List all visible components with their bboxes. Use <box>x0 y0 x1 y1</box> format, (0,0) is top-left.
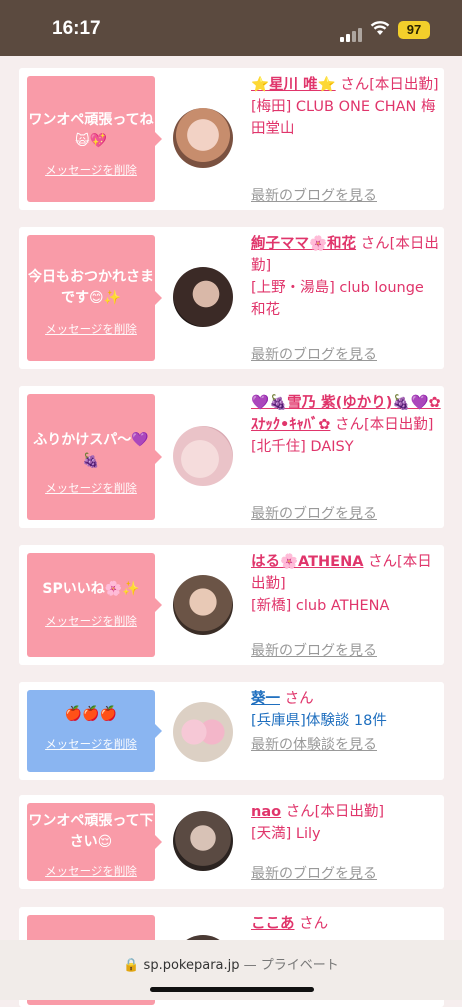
avatar[interactable] <box>173 426 233 486</box>
status-time: 16:17 <box>52 18 101 39</box>
delete-message-link[interactable]: メッセージを削除 <box>27 162 155 178</box>
message-bubble: ワンオペ頑張ってね🙀💖 メッセージを削除 <box>27 76 162 202</box>
avatar[interactable] <box>173 811 233 871</box>
latest-blog-link[interactable]: 最新のブログを見る <box>251 344 377 366</box>
wifi-icon <box>370 20 390 40</box>
delete-message-link[interactable]: メッセージを削除 <box>27 736 155 752</box>
message-text: SPいいね🌸✨ <box>42 581 140 597</box>
message-text: ワンオペ頑張って下さい😌 <box>28 813 154 850</box>
message-text: 🍎🍎🍎 <box>64 706 118 722</box>
message-card: ワンオペ頑張ってね🙀💖 メッセージを削除 ⭐星川 唯⭐ さん[本日出勤] [梅田… <box>19 68 444 210</box>
delete-message-link[interactable]: メッセージを削除 <box>27 863 155 879</box>
latest-blog-link[interactable]: 最新のブログを見る <box>251 863 377 885</box>
signal-icon <box>340 23 364 42</box>
cast-name[interactable]: 絢子ママ🌸和花 <box>251 236 356 252</box>
message-bubble: ワンオペ頑張って下さい😌 メッセージを削除 <box>27 803 162 881</box>
home-indicator[interactable] <box>150 987 314 992</box>
latest-blog-link[interactable]: 最新のブログを見る <box>251 640 377 662</box>
avatar[interactable] <box>173 575 233 635</box>
avatar[interactable] <box>173 267 233 327</box>
message-card: 🍎🍎🍎 メッセージを削除 葵一 さん [兵庫県]体験談 18件 最新の体験談を見… <box>19 682 444 780</box>
avatar[interactable] <box>173 702 233 762</box>
lock-icon: 🔒 <box>123 958 140 973</box>
delete-message-link[interactable]: メッセージを削除 <box>27 321 155 337</box>
cast-name[interactable]: nao <box>251 804 281 820</box>
shop-name[interactable]: [天満] Lily <box>251 826 321 842</box>
message-text: 今日もおつかれさまです😊✨ <box>28 269 154 306</box>
cast-status: さん[本日出勤] <box>285 804 385 820</box>
shop-name[interactable]: [上野・湯島] club lounge 和花 <box>251 280 424 318</box>
message-card: SPいいね🌸✨ メッセージを削除 はる🌸ATHENA さん[本日出勤] [新橋]… <box>19 545 444 665</box>
battery-icon: 97 <box>398 21 430 39</box>
message-text: ワンオペ頑張ってね🙀💖 <box>28 112 154 149</box>
cast-name[interactable]: はる🌸ATHENA <box>251 554 363 570</box>
status-bar: 16:17 97 <box>0 0 462 56</box>
message-bubble: ふりかけスパ〜💜🍇 メッセージを削除 <box>27 394 162 520</box>
message-bubble: 🍎🍎🍎 メッセージを削除 <box>27 690 162 772</box>
url-text: sp.pokepara.jp <box>143 958 240 973</box>
avatar[interactable] <box>173 108 233 168</box>
latest-review-link[interactable]: 最新の体験談を見る <box>251 734 377 756</box>
private-label: — プライベート <box>243 958 339 973</box>
message-text: ふりかけスパ〜💜🍇 <box>33 432 149 469</box>
cast-status: さん <box>299 916 329 932</box>
shop-name[interactable]: [新橋] club ATHENA <box>251 598 389 614</box>
message-card: 今日もおつかれさまです😊✨ メッセージを削除 絢子ママ🌸和花 さん[本日出勤] … <box>19 227 444 369</box>
browser-bottom-bar: 🔒 sp.pokepara.jp — プライベート <box>0 940 462 1000</box>
shop-name[interactable]: [北千住] DAISY <box>251 439 354 455</box>
cast-name[interactable]: ⭐星川 唯⭐ <box>251 77 336 93</box>
message-card: ふりかけスパ〜💜🍇 メッセージを削除 💜🍇雪乃 紫(ゆかり)🍇💜✿ ｽﾅｯｸ•ｷ… <box>19 386 444 528</box>
message-bubble: 今日もおつかれさまです😊✨ メッセージを削除 <box>27 235 162 361</box>
message-card: ワンオペ頑張って下さい😌 メッセージを削除 nao さん[本日出勤] [天満] … <box>19 795 444 889</box>
address-bar[interactable]: 🔒 sp.pokepara.jp — プライベート <box>0 954 462 973</box>
cast-status: さん[本日出勤] <box>340 77 439 93</box>
delete-message-link[interactable]: メッセージを削除 <box>27 613 155 629</box>
latest-blog-link[interactable]: 最新のブログを見る <box>251 503 377 525</box>
cast-status: さん[本日出勤] <box>335 417 434 433</box>
user-status: さん <box>284 691 314 707</box>
message-bubble: SPいいね🌸✨ メッセージを削除 <box>27 553 162 657</box>
user-name[interactable]: 葵一 <box>251 691 280 707</box>
latest-blog-link[interactable]: 最新のブログを見る <box>251 185 377 207</box>
delete-message-link[interactable]: メッセージを削除 <box>27 480 155 496</box>
user-area-reviews[interactable]: [兵庫県]体験談 18件 <box>251 713 387 729</box>
cast-name[interactable]: ここあ <box>251 916 295 932</box>
shop-name[interactable]: [梅田] CLUB ONE CHAN 梅田堂山 <box>251 99 436 137</box>
